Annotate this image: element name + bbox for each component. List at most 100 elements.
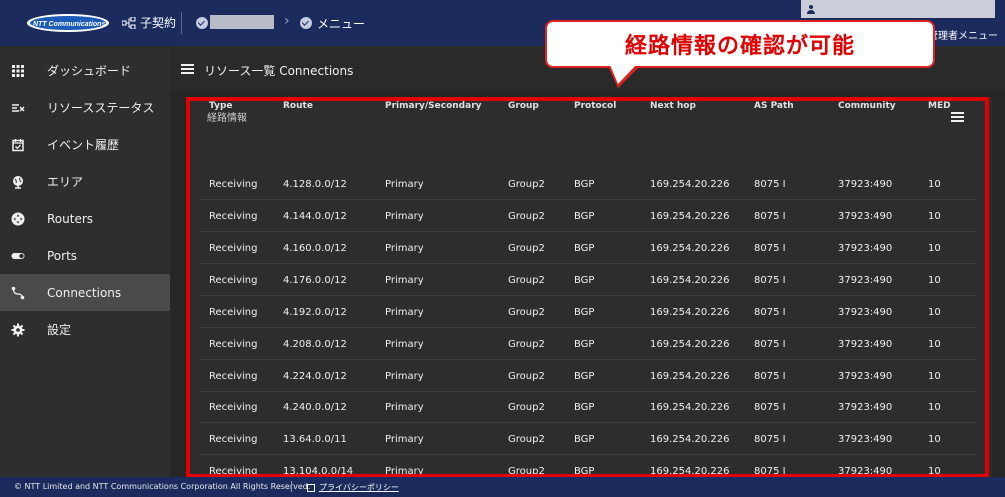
cell-group: Group2 [508, 307, 545, 318]
column-header-community[interactable]: Community [838, 101, 896, 111]
cell-protocol: BGP [574, 466, 595, 475]
cell-group: Group2 [508, 339, 545, 350]
cell-group: Group2 [508, 434, 545, 445]
card-menu-icon[interactable] [951, 112, 964, 122]
cell-route: 4.176.0.0/12 [283, 275, 347, 286]
user-account-box[interactable] [801, 0, 995, 18]
router-icon [11, 212, 25, 225]
connections-icon [11, 286, 25, 299]
sidebar-item-event-history[interactable]: イベント履歴 [0, 126, 170, 163]
cell-group: Group2 [508, 179, 545, 190]
cell-primary-secondary: Primary [385, 434, 424, 445]
column-header-type[interactable]: Type [209, 101, 232, 111]
table-row[interactable]: Receiving 4.144.0.0/12 Primary Group2 BG… [200, 200, 977, 232]
cell-protocol: BGP [574, 211, 595, 222]
sidebar-item-connections[interactable]: Connections [0, 274, 170, 311]
cell-next-hop: 169.254.20.226 [650, 466, 730, 475]
header-divider [181, 12, 182, 34]
column-header-route[interactable]: Route [283, 101, 313, 111]
breadcrumb-menu[interactable]: メニュー [317, 15, 365, 32]
cell-route: 13.64.0.0/11 [283, 434, 347, 445]
table-row[interactable]: Receiving 4.240.0.0/12 Primary Group2 BG… [200, 391, 977, 423]
cell-community: 37923:490 [838, 339, 893, 350]
footer: © NTT Limited and NTT Communications Cor… [0, 477, 1005, 497]
cell-type: Receiving [209, 179, 258, 190]
sidebar-item-dashboard[interactable]: ダッシュボード [0, 52, 170, 89]
cell-type: Receiving [209, 402, 258, 413]
cell-med: 10 [928, 371, 941, 382]
callout-text: 経路情報の確認が可能 [624, 34, 855, 59]
cell-protocol: BGP [574, 434, 595, 445]
check-circle-icon [300, 17, 312, 29]
sidebar-item-label: ダッシュボード [47, 64, 132, 78]
cell-type: Receiving [209, 339, 258, 350]
sidebar-item-label: Routers [47, 211, 94, 226]
cell-type: Receiving [209, 434, 258, 445]
cell-route: 4.144.0.0/12 [283, 211, 347, 222]
cell-as-path: 8075 I [754, 434, 786, 445]
cell-primary-secondary: Primary [385, 211, 424, 222]
column-header-primary-secondary[interactable]: Primary/Secondary [385, 101, 482, 111]
sidebar: ダッシュボード リソースステータス イベント履歴 エリア Routers Por… [0, 46, 170, 477]
sidebar-item-resource-status[interactable]: リソースステータス [0, 89, 170, 126]
footer-divider [291, 481, 292, 492]
external-link-icon [307, 483, 315, 492]
chevron-right-icon: › [284, 13, 290, 29]
table-row[interactable]: Receiving 4.208.0.0/12 Primary Group2 BG… [200, 328, 977, 360]
cell-med: 10 [928, 402, 941, 413]
cell-type: Receiving [209, 211, 258, 222]
admin-menu-link[interactable]: 管理者メニュー [928, 27, 998, 42]
column-header-next-hop[interactable]: Next hop [650, 101, 696, 111]
cell-route: 4.208.0.0/12 [283, 339, 347, 350]
cell-community: 37923:490 [838, 243, 893, 254]
cell-protocol: BGP [574, 243, 595, 254]
column-header-group[interactable]: Group [508, 101, 539, 111]
cell-community: 37923:490 [838, 371, 893, 382]
menu-toggle-icon[interactable] [181, 64, 194, 74]
cell-med: 10 [928, 243, 941, 254]
cell-next-hop: 169.254.20.226 [650, 211, 730, 222]
user-icon [807, 4, 815, 14]
sidebar-item-settings[interactable]: 設定 [0, 311, 170, 348]
column-header-med[interactable]: MED [928, 101, 951, 111]
table-row[interactable]: Receiving 4.160.0.0/12 Primary Group2 BG… [200, 232, 977, 264]
table-row[interactable]: Receiving 13.104.0.0/14 Primary Group2 B… [200, 455, 977, 475]
cell-type: Receiving [209, 243, 258, 254]
resource-status-icon [12, 103, 25, 112]
cell-as-path: 8075 I [754, 275, 786, 286]
globe-icon [13, 175, 23, 189]
table-row[interactable]: Receiving 13.64.0.0/11 Primary Group2 BG… [200, 423, 977, 455]
dashboard-grid-icon [12, 64, 24, 77]
privacy-policy-label: プライバシーポリシー [319, 483, 399, 492]
column-header-as-path[interactable]: AS Path [754, 101, 794, 111]
cell-as-path: 8075 I [754, 307, 786, 318]
table-row[interactable]: Receiving 4.176.0.0/12 Primary Group2 BG… [200, 264, 977, 296]
cell-med: 10 [928, 179, 941, 190]
sidebar-item-routers[interactable]: Routers [0, 200, 170, 237]
page-title: リソース一覧 Connections [204, 64, 354, 78]
cell-community: 37923:490 [838, 211, 893, 222]
column-header-protocol[interactable]: Protocol [574, 101, 616, 111]
ntt-logo[interactable]: NTT Communications [26, 13, 110, 33]
logo-text: NTT Communications [33, 21, 105, 28]
table-row[interactable]: Receiving 4.128.0.0/12 Primary Group2 BG… [200, 168, 977, 200]
contract-switcher[interactable]: 子契約 [122, 14, 176, 31]
cell-primary-secondary: Primary [385, 275, 424, 286]
sidebar-item-ports[interactable]: Ports [0, 237, 170, 274]
cell-primary-secondary: Primary [385, 243, 424, 254]
breadcrumb-redacted-item[interactable] [210, 15, 274, 29]
hierarchy-icon [122, 16, 136, 29]
cell-next-hop: 169.254.20.226 [650, 275, 730, 286]
cell-next-hop: 169.254.20.226 [650, 339, 730, 350]
privacy-policy-link[interactable]: プライバシーポリシー [307, 482, 399, 493]
cell-next-hop: 169.254.20.226 [650, 371, 730, 382]
table-row[interactable]: Receiving 4.192.0.0/12 Primary Group2 BG… [200, 296, 977, 328]
cell-med: 10 [928, 307, 941, 318]
ports-icon [11, 252, 25, 259]
copyright-text: © NTT Limited and NTT Communications Cor… [14, 482, 311, 491]
cell-group: Group2 [508, 275, 545, 286]
table-row[interactable]: Receiving 4.224.0.0/12 Primary Group2 BG… [200, 360, 977, 392]
cell-primary-secondary: Primary [385, 307, 424, 318]
sidebar-item-area[interactable]: エリア [0, 163, 170, 200]
cell-next-hop: 169.254.20.226 [650, 307, 730, 318]
